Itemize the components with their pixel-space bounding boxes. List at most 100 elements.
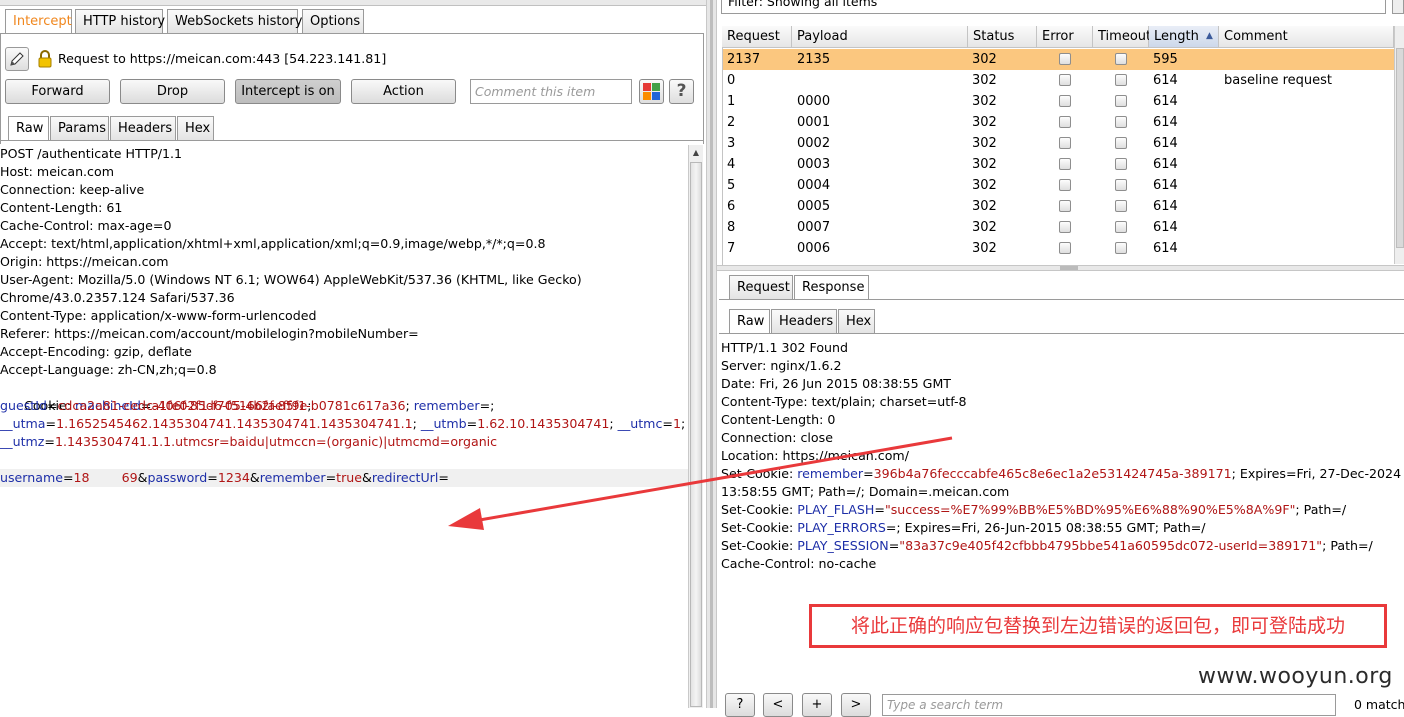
column-header-request[interactable]: Request [722,26,792,48]
error-checkbox[interactable] [1059,137,1071,149]
cell-request: 4 [727,157,736,172]
column-header-status[interactable]: Status [968,26,1037,48]
text-fragment: ; [307,398,312,413]
result-row[interactable]: 2137 2135 302 595 [722,49,1394,70]
filter-bar[interactable]: Filter: Showing all items [721,0,1386,14]
request-header-line: Host: meican.com [0,164,114,179]
pane-splitter[interactable] [706,0,717,708]
highlight-color-button[interactable] [639,79,664,104]
edit-button[interactable] [5,47,29,71]
error-checkbox[interactable] [1059,95,1071,107]
error-checkbox[interactable] [1059,74,1071,86]
response-header-line: Content-Type: text/plain; charset=utf-8 [721,394,967,409]
column-header-error[interactable]: Error [1037,26,1093,48]
text-fragment: ; [680,416,686,431]
cell-length: 614 [1153,73,1178,88]
timeout-checkbox[interactable] [1115,221,1127,233]
drop-button[interactable]: Drop [120,79,225,104]
text-fragment: & [137,470,148,485]
result-row[interactable]: 3 0002 302 614 [722,133,1394,154]
scroll-up-arrow[interactable]: ▲ [689,146,703,160]
timeout-checkbox[interactable] [1115,74,1127,86]
tab-request[interactable]: Request [729,275,793,299]
search-prev-button[interactable]: < [763,693,793,717]
column-header-comment[interactable]: Comment [1219,26,1394,48]
timeout-checkbox[interactable] [1115,242,1127,254]
param-key: redirectUrl [371,470,439,485]
subtab-hex[interactable]: Hex [177,116,214,140]
column-header-payload[interactable]: Payload [792,26,968,48]
comment-input[interactable]: Comment this item [470,79,632,104]
search-next-button[interactable]: > [841,693,871,717]
search-input[interactable]: Type a search term [882,694,1336,716]
tab-intercept[interactable]: Intercept [5,9,72,33]
tab-http-history[interactable]: HTTP history [75,9,165,33]
cell-length: 614 [1153,178,1178,193]
timeout-checkbox[interactable] [1115,179,1127,191]
cell-status: 302 [972,52,997,67]
result-row[interactable]: 7 0006 302 614 [722,238,1394,259]
results-scrollbar[interactable] [1394,26,1404,264]
tab-websockets-history[interactable]: WebSockets history [167,9,302,33]
result-row[interactable]: 1 0000 302 614 [722,91,1394,112]
timeout-checkbox[interactable] [1115,116,1127,128]
param-value: 1 [672,416,681,431]
cell-request: 7 [727,241,736,256]
text-fragment: & [249,470,260,485]
column-header-timeout[interactable]: Timeout [1093,26,1151,48]
cell-status: 302 [972,220,997,235]
subtab-params[interactable]: Params [50,116,109,140]
help-button[interactable]: ? [669,79,694,104]
cell-status: 302 [972,73,997,88]
annotation-note: 将此正确的响应包替换到左边错误的返回包，即可登陆成功 [809,604,1387,648]
result-row[interactable]: 5 0004 302 614 [722,175,1394,196]
text-fragment: ; Expires=Fri, 27-Dec-2024 [1231,466,1402,481]
result-row[interactable]: 8 0007 302 614 [722,217,1394,238]
timeout-checkbox[interactable] [1115,200,1127,212]
error-checkbox[interactable] [1059,200,1071,212]
subtab-raw[interactable]: Raw [8,116,49,140]
request-header-line: Accept: text/html,application/xhtml+xml,… [0,236,546,251]
error-checkbox[interactable] [1059,179,1071,191]
error-checkbox[interactable] [1059,221,1071,233]
request-header-line: Chrome/43.0.2357.124 Safari/537.36 [0,290,235,305]
request-scrollbar[interactable]: ▲ [688,145,703,708]
result-row[interactable]: 6 0005 302 614 [722,196,1394,217]
timeout-checkbox[interactable] [1115,95,1127,107]
results-scroll-thumb[interactable] [1396,48,1404,248]
response-subtab-headers[interactable]: Headers [771,309,837,333]
error-checkbox[interactable] [1059,242,1071,254]
cell-payload: 0007 [797,220,831,235]
search-help-button[interactable]: ? [725,693,755,717]
timeout-checkbox[interactable] [1115,137,1127,149]
tab-options[interactable]: Options [302,9,364,33]
subtab-headers[interactable]: Headers [110,116,176,140]
request-header-line: Cache-Control: max-age=0 [0,218,172,233]
action-button[interactable]: Action [351,79,456,104]
results-detail-splitter[interactable] [717,265,1404,271]
error-checkbox[interactable] [1059,53,1071,65]
cell-length: 614 [1153,241,1178,256]
response-subtab-hex[interactable]: Hex [838,309,875,333]
response-subtab-raw[interactable]: Raw [729,309,770,333]
timeout-checkbox[interactable] [1115,53,1127,65]
timeout-checkbox[interactable] [1115,158,1127,170]
search-add-button[interactable]: + [802,693,832,717]
cell-request: 2137 [727,52,761,67]
cookie-line-2: guestId=cdca2a81-cedc-406f-85d6-f5166fae… [0,397,311,415]
intercept-toggle-button[interactable]: Intercept is on [235,79,341,104]
result-row[interactable]: 4 0003 302 614 [722,154,1394,175]
cell-status: 302 [972,199,997,214]
comment-placeholder: Comment this item [475,84,596,99]
error-checkbox[interactable] [1059,116,1071,128]
tab-response[interactable]: Response [794,275,869,299]
error-checkbox[interactable] [1059,158,1071,170]
result-row[interactable]: 0 302 614 baseline request [722,70,1394,91]
cell-payload: 0006 [797,241,831,256]
request-editor[interactable]: POST /authenticate HTTP/1.1 Host: meican.… [0,145,688,708]
watermark: www.wooyun.org [1198,664,1393,689]
result-row[interactable]: 2 0001 302 614 [722,112,1394,133]
forward-button[interactable]: Forward [5,79,110,104]
param-value: 1234 [217,470,250,485]
filter-help-button[interactable] [1392,0,1404,14]
